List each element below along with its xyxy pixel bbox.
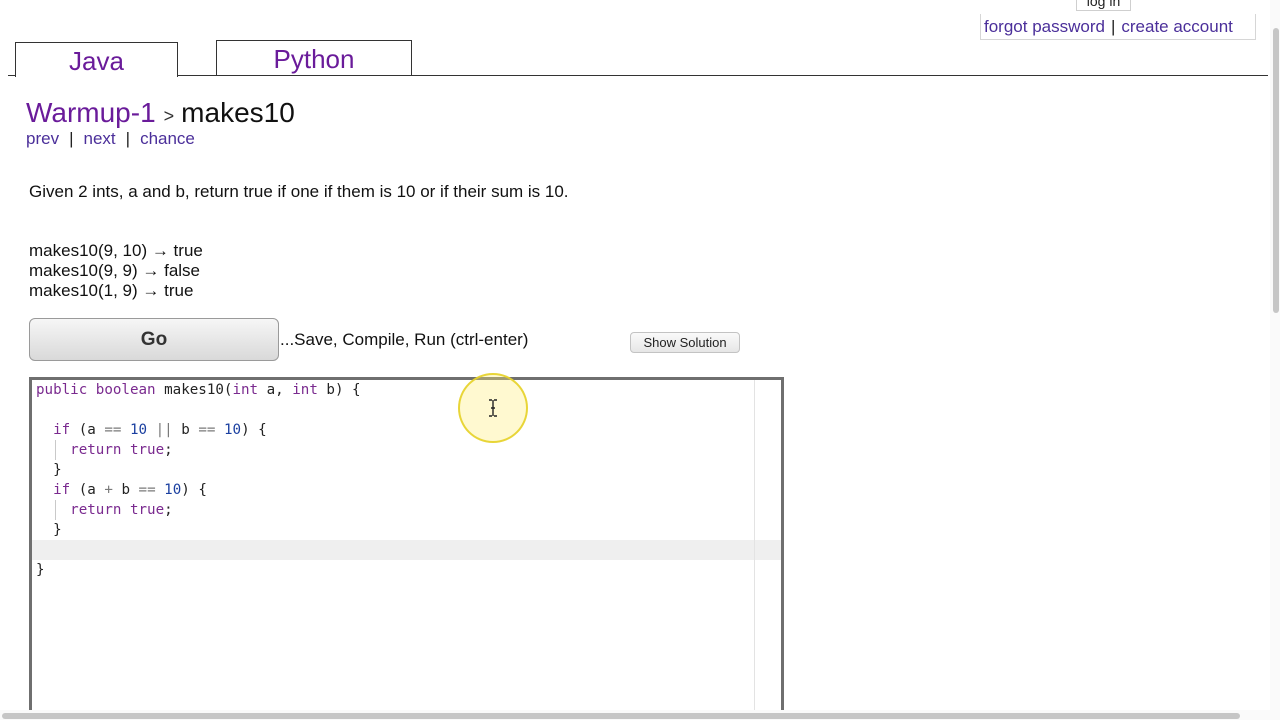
example-line: makes10(9, 10) → true — [29, 241, 203, 260]
indent-guide — [55, 440, 56, 460]
code-line[interactable]: } — [36, 460, 62, 480]
problem-nav: prev | next | chance — [26, 129, 195, 149]
code-line[interactable]: } — [36, 520, 62, 540]
code-line[interactable]: return true; — [36, 440, 173, 460]
text-cursor-icon — [489, 399, 497, 417]
tab-python[interactable]: Python — [216, 40, 412, 76]
example-line: makes10(9, 9) → false — [29, 261, 201, 280]
code-line[interactable]: public boolean makes10(int a, int b) { — [36, 380, 361, 400]
code-line[interactable] — [36, 400, 45, 420]
editor-print-margin — [754, 380, 755, 712]
nav-separator: | — [125, 129, 131, 148]
next-link[interactable]: next — [84, 129, 116, 148]
breadcrumb-arrow: > — [163, 106, 175, 126]
show-solution-button[interactable]: Show Solution — [630, 332, 740, 353]
breadcrumb-set-link[interactable]: Warmup-1 — [26, 97, 156, 128]
chance-link[interactable]: chance — [140, 129, 195, 148]
forgot-password-link[interactable]: forgot password — [984, 17, 1105, 36]
nav-separator: | — [69, 129, 74, 148]
account-separator: | — [1110, 17, 1116, 36]
problem-description: Given 2 ints, a and b, return true if on… — [29, 182, 569, 201]
code-line[interactable]: return true; — [36, 500, 173, 520]
example-line: makes10(1, 9) → true — [29, 281, 194, 300]
code-line[interactable]: if (a == 10 || b == 10) { — [36, 420, 267, 440]
breadcrumb: Warmup-1 > makes10 — [26, 96, 295, 133]
code-line[interactable]: if (a + b == 10) { — [36, 480, 207, 500]
login-button[interactable]: log in — [1076, 0, 1131, 11]
code-line[interactable]: } — [36, 560, 45, 580]
tab-java[interactable]: Java — [15, 42, 178, 77]
account-links: forgot password | create account — [980, 14, 1256, 40]
horizontal-scrollbar-thumb[interactable] — [2, 713, 1240, 719]
create-account-link[interactable]: create account — [1121, 17, 1233, 36]
page-title: makes10 — [181, 97, 295, 128]
go-caption: ...Save, Compile, Run (ctrl-enter) — [280, 330, 529, 349]
tab-bar-divider — [8, 75, 1268, 76]
code-line[interactable] — [36, 540, 45, 560]
vertical-scrollbar-thumb[interactable] — [1273, 28, 1279, 313]
go-button[interactable]: Go — [29, 318, 279, 361]
active-line-highlight — [32, 540, 781, 560]
prev-link[interactable]: prev — [26, 129, 59, 148]
indent-guide — [55, 500, 56, 520]
